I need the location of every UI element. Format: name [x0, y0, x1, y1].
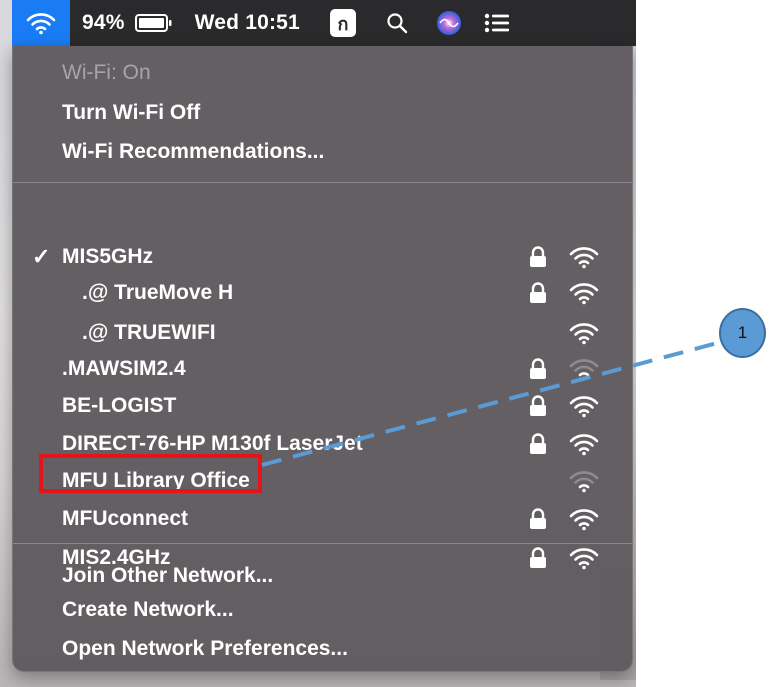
menu-separator — [13, 182, 634, 183]
open-network-preferences-item[interactable]: Open Network Preferences... — [13, 631, 634, 667]
checkmark-icon: ✓ — [32, 244, 51, 269]
wifi-signal-icon — [569, 245, 599, 269]
menu-bar: 94% Wed 10:51 ก — [12, 0, 636, 46]
menu-separator — [13, 543, 634, 544]
network-name: MFUconnect — [62, 507, 188, 530]
lock-icon — [528, 246, 548, 268]
siri-icon[interactable] — [436, 0, 462, 46]
highlight-box — [39, 454, 262, 493]
menu-item-label: Create Network... — [62, 598, 234, 621]
network-name: MIS5GHz — [62, 245, 154, 268]
wifi-signal-icon — [569, 432, 599, 456]
network-item[interactable]: ✓ MIS5GHz — [13, 239, 634, 275]
lock-icon — [528, 358, 548, 380]
wifi-icon — [26, 13, 56, 35]
network-name: BE-LOGIST — [62, 394, 177, 417]
network-item[interactable]: BE-LOGIST — [13, 388, 634, 424]
lock-icon — [528, 508, 548, 530]
network-item[interactable]: .@ TrueMove H — [13, 275, 634, 311]
wifi-recommendations-item[interactable]: Wi-Fi Recommendations... — [13, 134, 634, 170]
menu-item-label: Wi-Fi Recommendations... — [62, 140, 325, 163]
menu-item-label: Open Network Preferences... — [62, 637, 348, 660]
wifi-status-label: Wi-Fi: On — [62, 61, 151, 84]
lock-icon — [528, 433, 548, 455]
screenshot-area: 94% Wed 10:51 ก Wi-Fi: On Turn Wi-Fi Off… — [0, 0, 636, 687]
network-item[interactable]: .@ TRUEWIFI — [13, 315, 634, 351]
wifi-status-row: Wi-Fi: On — [13, 55, 634, 91]
lock-icon — [528, 282, 548, 304]
lock-icon — [528, 395, 548, 417]
wifi-signal-icon — [569, 281, 599, 305]
menu-item-label: Turn Wi-Fi Off — [62, 101, 201, 124]
menu-item-label: Join Other Network... — [62, 564, 274, 587]
battery-icon[interactable] — [134, 0, 173, 46]
network-name: .@ TRUEWIFI — [82, 321, 216, 344]
wifi-signal-icon — [569, 357, 599, 381]
network-name: DIRECT-76-HP M130f LaserJet — [62, 432, 363, 455]
network-item[interactable]: .MAWSIM2.4 — [13, 351, 634, 387]
input-source-icon[interactable]: ก — [329, 9, 356, 37]
wifi-menu-extra[interactable] — [12, 0, 70, 46]
network-name: .MAWSIM2.4 — [62, 357, 186, 380]
wifi-signal-icon — [569, 469, 599, 493]
create-network-item[interactable]: Create Network... — [13, 592, 634, 628]
wifi-signal-icon — [569, 507, 599, 531]
spotlight-search-icon[interactable] — [386, 0, 408, 46]
wifi-signal-icon — [569, 321, 599, 345]
annotation-badge: 1 — [719, 308, 766, 358]
battery-percent[interactable]: 94% — [82, 0, 125, 46]
wifi-dropdown-menu: Wi-Fi: On Turn Wi-Fi Off Wi-Fi Recommend… — [12, 46, 634, 672]
network-item[interactable]: MFUconnect — [13, 501, 634, 537]
turn-wifi-off-item[interactable]: Turn Wi-Fi Off — [13, 95, 634, 131]
notification-center-icon[interactable] — [484, 0, 510, 46]
network-name: .@ TrueMove H — [82, 281, 234, 304]
wifi-signal-icon — [569, 394, 599, 418]
menubar-clock[interactable]: Wed 10:51 — [195, 0, 300, 46]
join-other-network-item[interactable]: Join Other Network... — [13, 558, 634, 594]
